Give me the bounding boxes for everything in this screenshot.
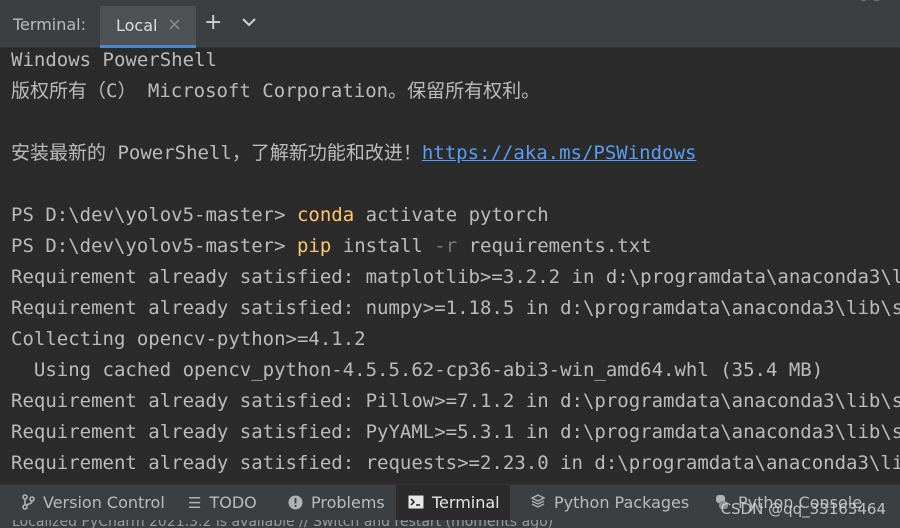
terminal-output[interactable]: Windows PowerShell 版权所有（C） Microsoft Cor…	[0, 48, 900, 484]
command-keyword: pip	[296, 235, 332, 257]
output-line: Requirement already satisfied: matplotli…	[11, 266, 900, 288]
output-line: Requirement already satisfied: requests>…	[11, 452, 900, 474]
tool-problems[interactable]: Problems	[288, 485, 385, 520]
output-line: Requirement already satisfied: PyYAML>=5…	[11, 421, 900, 443]
terminal-line: 安装最新的 PowerShell，了解新功能和改进！https://aka.ms…	[11, 142, 697, 164]
output-line: Requirement already satisfied: numpy>=1.…	[11, 297, 900, 319]
powershell-link[interactable]: https://aka.ms/PSWindows	[422, 142, 697, 164]
add-terminal-button[interactable]: +	[204, 10, 222, 36]
status-message: Localized PyCharm 2021.3.2 is available …	[12, 520, 554, 528]
command-line: PS D:\dev\yolov5-master> conda activate …	[11, 204, 549, 226]
terminal-icon	[408, 486, 424, 521]
command-line: PS D:\dev\yolov5-master> pip install -r …	[11, 235, 652, 257]
info-icon	[288, 486, 303, 521]
tool-python-packages[interactable]: Python Packages	[530, 485, 689, 520]
prompt: PS D:\dev\yolov5-master>	[11, 235, 297, 257]
chevron-down-icon[interactable]	[240, 12, 258, 38]
tool-version-control[interactable]: Version Control	[22, 485, 165, 520]
prompt: PS D:\dev\yolov5-master>	[11, 204, 297, 226]
list-icon: ☰	[188, 494, 202, 512]
tool-terminal[interactable]: Terminal	[396, 485, 510, 520]
output-line: Collecting opencv-python>=4.1.2	[11, 328, 366, 350]
panel-title: Terminal:	[13, 15, 87, 34]
status-bar: Localized PyCharm 2021.3.2 is available …	[0, 520, 900, 528]
close-icon[interactable]: ×	[167, 14, 182, 36]
branch-icon	[22, 486, 35, 521]
command-flag: -r	[434, 235, 458, 257]
terminal-header: —— 1 2 Terminal: Local × +	[0, 0, 900, 48]
output-line: Requirement already satisfied: Pillow>=7…	[11, 390, 900, 412]
package-icon	[530, 486, 546, 521]
top-strip-remnant: —— 1 2	[680, 0, 900, 6]
command-keyword: conda	[296, 204, 355, 226]
terminal-line: Windows PowerShell	[11, 49, 217, 71]
tool-todo[interactable]: ☰ TODO	[188, 485, 257, 520]
output-line: Using cached opencv_python-4.5.5.62-cp36…	[11, 359, 824, 381]
watermark: CSDN @qq_33163464	[720, 500, 886, 518]
tab-label: Local	[116, 16, 158, 35]
terminal-line: 版权所有（C） Microsoft Corporation。保留所有权利。	[11, 80, 541, 102]
tab-local[interactable]: Local ×	[100, 6, 196, 48]
